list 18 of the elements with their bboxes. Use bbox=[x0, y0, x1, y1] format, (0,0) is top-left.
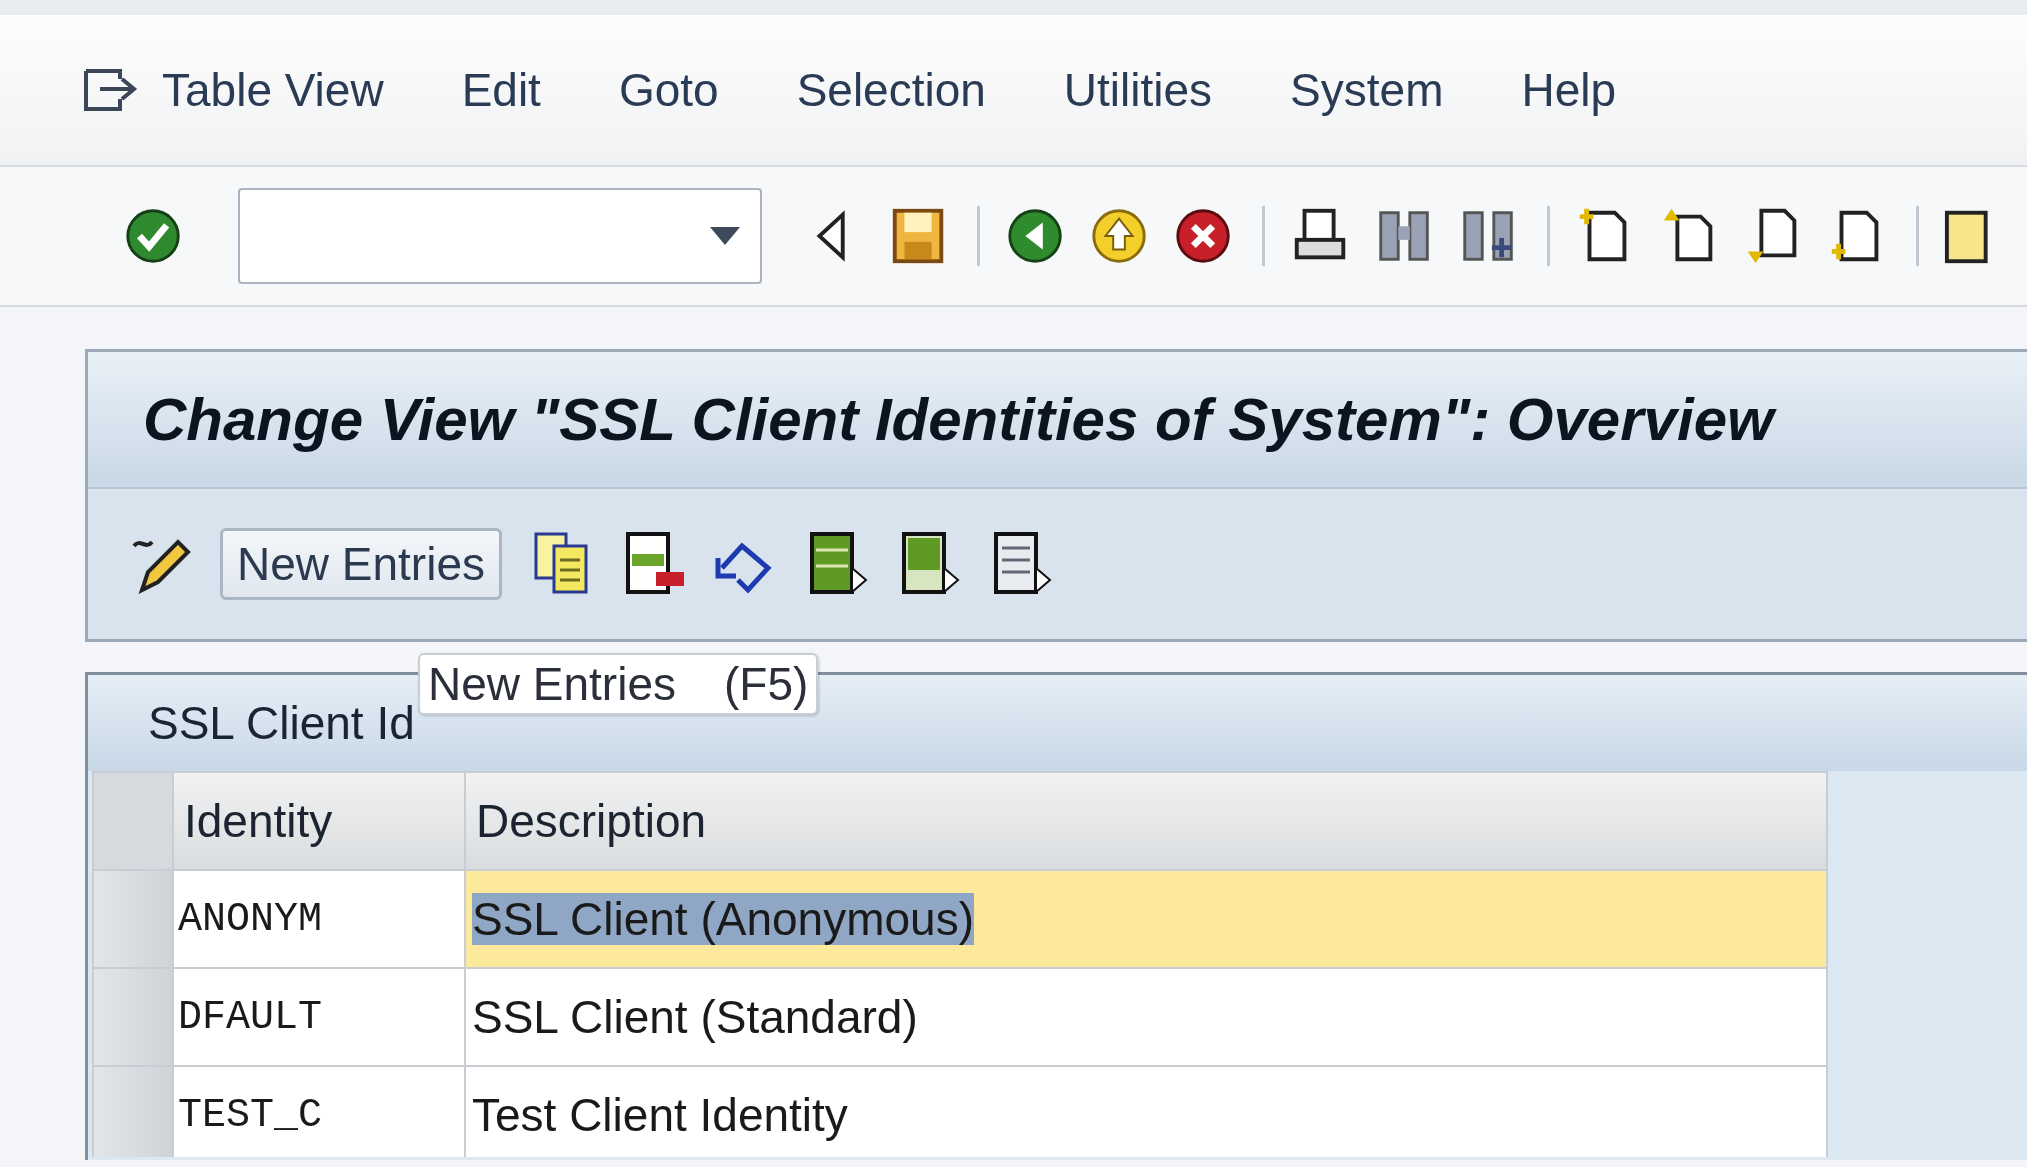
shortcut-key: (F5) bbox=[723, 657, 809, 711]
menu-item[interactable]: Table View bbox=[162, 63, 384, 117]
tooltip-label: New Entries bbox=[428, 657, 676, 711]
table-cell[interactable]: SSL Client (Anonymous) bbox=[465, 870, 1827, 968]
section-title: SSL Client Id bbox=[148, 696, 415, 750]
dropdown-icon[interactable] bbox=[710, 227, 741, 245]
table-cell: DFAULT bbox=[173, 968, 465, 1066]
menu-item[interactable]: Goto bbox=[618, 63, 719, 117]
table-cell[interactable]: SSL Client (Standard) bbox=[465, 968, 1827, 1066]
new-entries-button[interactable]: New Entries bbox=[220, 528, 502, 600]
menu-item[interactable]: Edit bbox=[461, 63, 541, 117]
command-field[interactable] bbox=[238, 188, 763, 284]
menu-item[interactable]: System bbox=[1290, 63, 1444, 117]
column-header: Description bbox=[465, 772, 1827, 870]
menu-item[interactable]: Selection bbox=[796, 63, 986, 117]
menu-item[interactable]: Help bbox=[1521, 63, 1617, 117]
column-header: Identity bbox=[173, 772, 465, 870]
menu-item[interactable]: Utilities bbox=[1063, 63, 1213, 117]
